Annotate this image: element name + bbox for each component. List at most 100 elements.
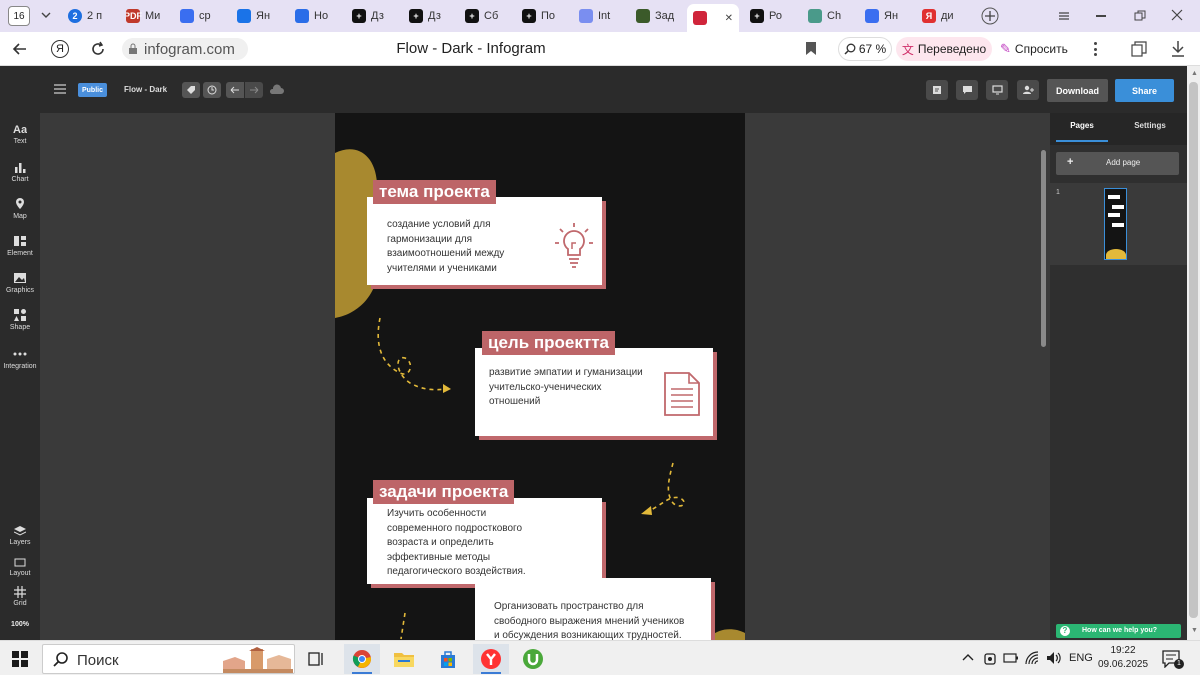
downloads-icon[interactable] (1170, 40, 1186, 58)
comment-icon[interactable] (956, 80, 978, 100)
browser-tab[interactable]: Зад (636, 4, 686, 28)
preview-icon[interactable] (986, 80, 1008, 100)
tool-graphics[interactable]: Graphics (0, 271, 40, 294)
notifications-icon[interactable]: 1 (1162, 650, 1184, 669)
menu-icon[interactable] (1058, 10, 1070, 22)
more-options-icon[interactable] (1094, 42, 1097, 56)
wifi-icon[interactable] (1025, 651, 1041, 665)
browser-tab[interactable]: Int (579, 4, 629, 28)
visibility-badge[interactable]: Public (78, 83, 107, 97)
file-explorer-icon[interactable] (394, 650, 414, 668)
redo-icon[interactable] (245, 82, 263, 98)
browser-tab[interactable]: PDF Ми (126, 4, 176, 28)
page-thumbnail-row[interactable]: 1 (1050, 183, 1187, 265)
tab-count-button[interactable]: 16 (8, 6, 30, 26)
translate-pill[interactable]: 文 Переведено (896, 37, 992, 61)
tab-settings[interactable]: Settings (1124, 121, 1176, 130)
share-button[interactable]: Share (1115, 79, 1174, 102)
ask-button[interactable]: ✎ Спросить (1000, 37, 1080, 61)
section-4-text[interactable]: Организовать пространство для свободного… (494, 600, 709, 640)
add-page-button[interactable]: + Add page (1056, 152, 1179, 175)
volume-icon[interactable] (1046, 651, 1062, 665)
utorrent-icon[interactable] (522, 648, 544, 670)
reload-icon[interactable] (90, 41, 106, 57)
hamburger-icon[interactable] (54, 84, 66, 94)
help-button[interactable]: ? How can we help you? (1056, 624, 1181, 638)
ochre-blob-bottom-shape[interactable] (705, 625, 745, 640)
new-tab-icon[interactable] (981, 7, 999, 25)
browser-tab[interactable]: ✕ (687, 4, 739, 32)
tool-element[interactable]: Element (0, 234, 40, 257)
zoom-pill[interactable]: 67 % (838, 37, 892, 61)
project-name[interactable]: Flow - Dark (124, 85, 167, 94)
tool-integration[interactable]: Integration (0, 347, 40, 370)
back-icon[interactable] (12, 41, 28, 57)
browser-tab[interactable]: + Ро (750, 4, 800, 28)
close-window-icon[interactable] (1171, 9, 1183, 21)
tab-pages[interactable]: Pages (1056, 121, 1108, 130)
section-2-text[interactable]: развитие эмпатии и гуманизации учительск… (489, 366, 664, 410)
tool-map[interactable]: Map (0, 197, 40, 220)
browser-tab[interactable]: Ян (237, 4, 287, 28)
page-thumbnail[interactable] (1104, 188, 1127, 260)
dashed-arrow-2-shape[interactable] (635, 458, 695, 523)
tool-layout[interactable]: Layout (0, 556, 40, 577)
zoom-percentage[interactable]: 100% (0, 621, 40, 628)
collaborators-icon[interactable] (1017, 80, 1039, 100)
minimize-icon[interactable] (1096, 15, 1106, 17)
chevron-down-icon[interactable] (40, 10, 52, 20)
tray-app-icon[interactable] (983, 652, 997, 666)
browser-tab[interactable]: 2 2 п (68, 4, 118, 28)
browser-tab[interactable]: + По (522, 4, 572, 28)
taskbar-search-box[interactable]: Поиск (42, 644, 295, 674)
dashed-arrow-3-shape[interactable] (397, 611, 409, 640)
undo-icon[interactable] (226, 82, 244, 98)
language-indicator[interactable]: ENG (1069, 652, 1093, 664)
scrollbar-thumb[interactable] (1189, 82, 1198, 618)
history-icon[interactable] (203, 82, 221, 98)
notes-icon[interactable] (926, 80, 948, 100)
chrome-app-icon[interactable] (344, 644, 380, 674)
browser-tab[interactable]: Ch (808, 4, 858, 28)
clock[interactable]: 19:22 09.06.2025 (1098, 644, 1148, 672)
canvas-scrollbar-thumb[interactable] (1041, 150, 1046, 347)
yandex-browser-icon[interactable] (473, 644, 509, 674)
tag-icon[interactable] (182, 82, 200, 98)
url-pill[interactable]: infogram.com (122, 38, 248, 60)
store-icon[interactable] (438, 649, 458, 669)
battery-icon[interactable] (1003, 653, 1019, 663)
task-view-icon[interactable] (308, 651, 324, 667)
restore-icon[interactable] (1134, 10, 1146, 22)
page-scrollbar[interactable]: ▲ ▼ (1187, 66, 1200, 640)
section-3-heading[interactable]: задачи проекта (373, 480, 515, 504)
browser-tab[interactable]: + Дз (352, 4, 402, 28)
browser-tab[interactable]: Но (295, 4, 345, 28)
browser-tab[interactable]: + Сб (465, 4, 515, 28)
browser-tab[interactable]: + Дз (409, 4, 459, 28)
browser-tab[interactable]: ср (180, 4, 230, 28)
dashed-arrow-1-shape[interactable] (370, 313, 460, 398)
windows-start-icon[interactable] (12, 651, 28, 667)
section-1-heading[interactable]: тема проекта (373, 180, 496, 204)
tool-chart[interactable]: Chart (0, 160, 40, 183)
yandex-icon[interactable]: Я (51, 40, 69, 58)
bookmark-icon[interactable] (805, 41, 817, 56)
section-3-text[interactable]: Изучить особенности современного подрост… (387, 507, 587, 580)
browser-tab[interactable]: Ян (865, 4, 915, 28)
scroll-up-icon[interactable]: ▲ (1191, 70, 1198, 77)
tool-shape[interactable]: Shape (0, 308, 40, 331)
tray-chevron-icon[interactable] (962, 653, 974, 661)
tool-text[interactable]: Aa Text (0, 122, 40, 145)
section-1-text[interactable]: создание условий для гармонизации для вз… (387, 218, 547, 276)
browser-tab[interactable]: Яди (922, 4, 972, 28)
section-2-heading[interactable]: цель проектта (482, 331, 615, 355)
document-icon[interactable] (663, 371, 701, 417)
collections-icon[interactable] (1131, 41, 1147, 57)
lightbulb-icon[interactable] (552, 221, 596, 269)
scroll-down-icon[interactable]: ▼ (1191, 627, 1198, 634)
tool-layers[interactable]: Layers (0, 525, 40, 546)
close-tab-icon[interactable]: ✕ (725, 13, 733, 24)
download-button[interactable]: Download (1047, 79, 1108, 102)
tool-grid[interactable]: Grid (0, 586, 40, 607)
infographic-canvas[interactable]: тема проекта создание условий для гармон… (335, 113, 745, 640)
